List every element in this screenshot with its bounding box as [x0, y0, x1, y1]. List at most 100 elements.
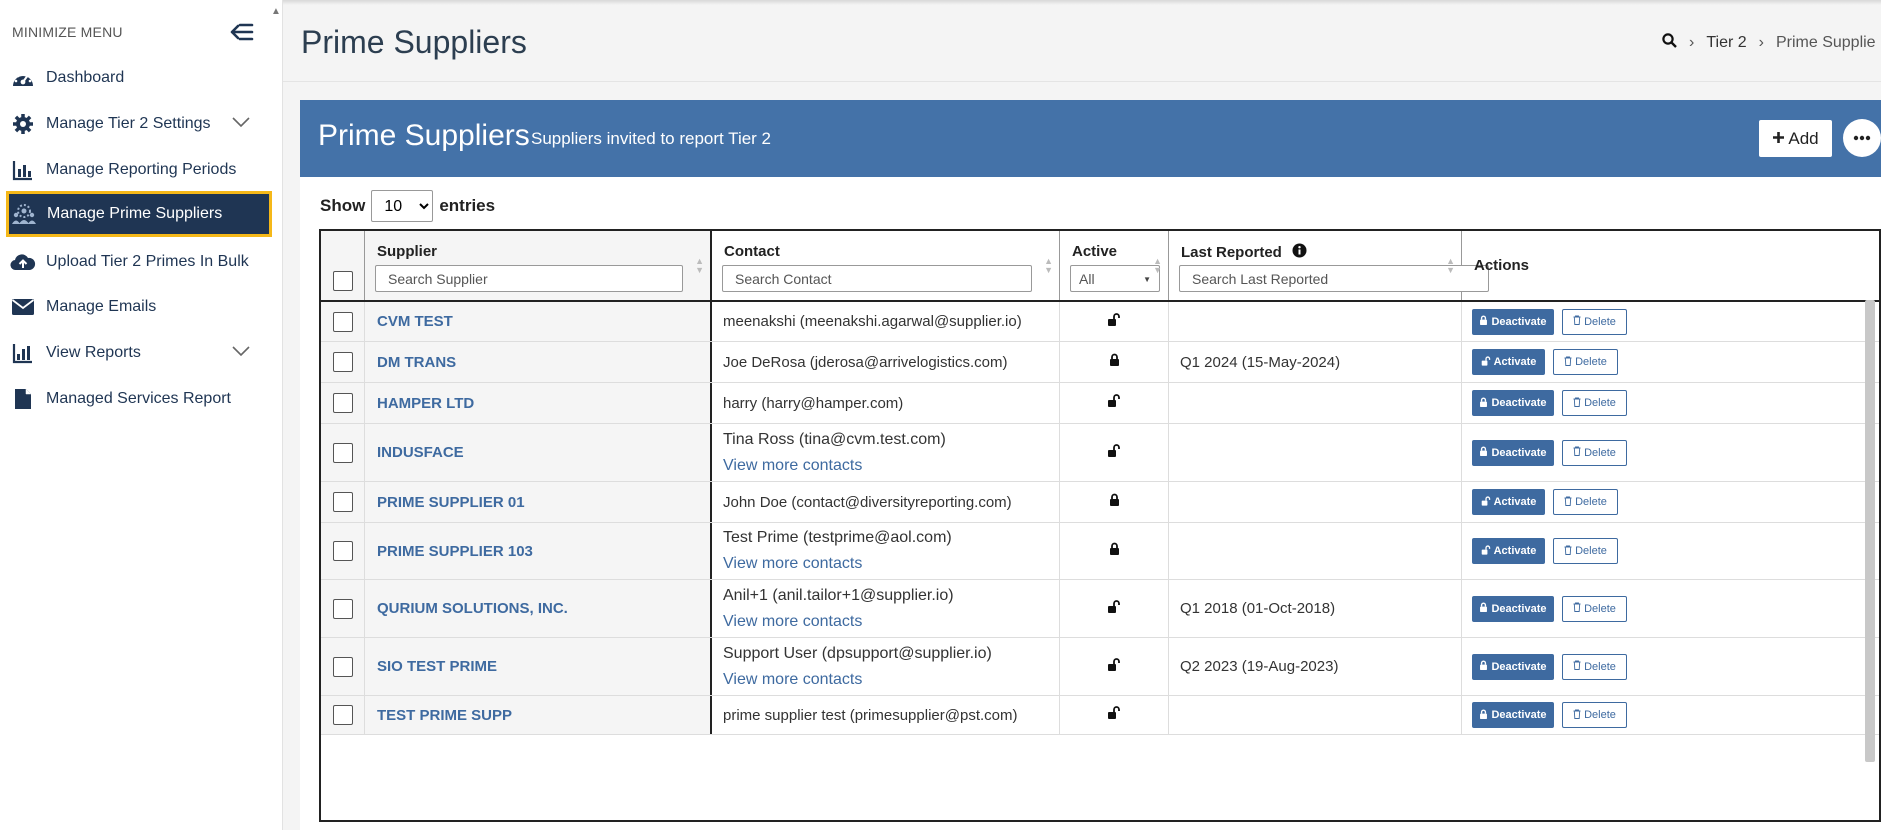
row-checkbox[interactable]: [332, 598, 353, 619]
row-checkbox[interactable]: [332, 393, 353, 413]
search-supplier-input[interactable]: Search Supplier: [375, 265, 683, 292]
unlock-icon: [1107, 657, 1121, 676]
table-row: QURIUM SOLUTIONS, INC. Anil+1 (anil.tail…: [321, 580, 1879, 638]
sidebar-item-label: Upload Tier 2 Primes In Bulk: [46, 253, 249, 270]
last-reported-text: Q1 2018 (01-Oct-2018): [1180, 600, 1336, 617]
deactivate-button[interactable]: Deactivate: [1472, 702, 1554, 728]
sidebar-item-manage-reporting-periods[interactable]: Manage Reporting Periods: [6, 147, 272, 193]
trash-icon: [1573, 709, 1581, 722]
row-checkbox[interactable]: [332, 311, 353, 332]
sort-icon[interactable]: ▲ ▼: [1044, 257, 1053, 275]
header-supplier[interactable]: Supplier Search Supplier ▲ ▼: [365, 231, 712, 300]
minimize-menu-label: MINIMIZE MENU: [12, 24, 123, 40]
row-checkbox[interactable]: [332, 541, 353, 561]
view-more-contacts-link[interactable]: View more contacts: [723, 457, 946, 475]
sidebar-item-dashboard[interactable]: Dashboard: [6, 55, 272, 101]
envelope-icon: [10, 295, 36, 319]
state-button-label: Deactivate: [1491, 709, 1547, 721]
header-active[interactable]: Active All ▼ ▲ ▼: [1060, 231, 1169, 300]
select-all-checkbox[interactable]: [333, 271, 353, 291]
table-scrollbar[interactable]: [1865, 300, 1875, 762]
delete-button[interactable]: Delete: [1562, 702, 1627, 728]
trash-icon: [1573, 602, 1581, 615]
supplier-name-link[interactable]: QURIUM SOLUTIONS, INC.: [365, 600, 568, 617]
delete-button[interactable]: Delete: [1553, 489, 1618, 515]
delete-button[interactable]: Delete: [1553, 349, 1618, 375]
delete-button[interactable]: Delete: [1553, 538, 1618, 564]
search-last-reported-input[interactable]: Search Last Reported: [1179, 265, 1489, 292]
sort-icon[interactable]: ▲ ▼: [1153, 257, 1162, 275]
deactivate-button[interactable]: Deactivate: [1472, 390, 1554, 416]
header-contact[interactable]: Contact Search Contact ▲ ▼: [712, 231, 1060, 300]
contact-text: Joe DeRosa (jderosa@arrivelogistics.com): [723, 353, 1008, 371]
search-icon[interactable]: [1662, 33, 1677, 53]
deactivate-button[interactable]: Deactivate: [1472, 308, 1554, 335]
sidebar-item-label: Managed Services Report: [46, 390, 231, 407]
activate-button[interactable]: Activate: [1472, 489, 1545, 515]
table-row: TEST PRIME SUPP prime supplier test (pri…: [321, 696, 1879, 735]
sidebar-item-manage-prime-suppliers[interactable]: Manage Prime Suppliers: [6, 191, 272, 237]
sidebar-item-upload-tier2-primes[interactable]: Upload Tier 2 Primes In Bulk: [6, 239, 272, 285]
supplier-name-link[interactable]: PRIME SUPPLIER 103: [365, 543, 533, 560]
view-more-contacts-link[interactable]: View more contacts: [723, 613, 954, 631]
row-checkbox[interactable]: [332, 656, 353, 677]
supplier-name-link[interactable]: CVM TEST: [365, 313, 453, 330]
view-more-contacts-link[interactable]: View more contacts: [723, 671, 992, 689]
supplier-name-link[interactable]: DM TRANS: [365, 354, 456, 371]
row-checkbox[interactable]: [332, 705, 353, 725]
supplier-name-link[interactable]: SIO TEST PRIME: [365, 658, 497, 675]
delete-button[interactable]: Delete: [1562, 308, 1627, 335]
delete-button[interactable]: Delete: [1562, 439, 1627, 466]
deactivate-button[interactable]: Deactivate: [1472, 439, 1554, 466]
sort-icon[interactable]: ▲ ▼: [1446, 257, 1455, 275]
sidebar-item-view-reports[interactable]: View Reports: [6, 330, 272, 376]
view-more-contacts-link[interactable]: View more contacts: [723, 555, 952, 573]
sidebar-item-managed-services-report[interactable]: Managed Services Report: [6, 376, 272, 422]
actions-cell: Activate Delete: [1462, 482, 1879, 522]
sort-icon[interactable]: ▲ ▼: [695, 257, 704, 275]
unlock-icon: [1481, 544, 1494, 558]
sidebar-item-manage-emails[interactable]: Manage Emails: [6, 284, 272, 330]
more-options-icon[interactable]: [1843, 119, 1881, 157]
unlock-icon: [1481, 495, 1494, 509]
activate-button[interactable]: Activate: [1472, 349, 1545, 375]
delete-button[interactable]: Delete: [1562, 390, 1627, 416]
row-checkbox[interactable]: [332, 492, 353, 512]
delete-button-label: Delete: [1584, 709, 1616, 721]
delete-button[interactable]: Delete: [1562, 595, 1627, 622]
supplier-name-link[interactable]: HAMPER LTD: [365, 395, 474, 412]
contact-cell: prime supplier test (primesupplier@pst.c…: [712, 696, 1060, 734]
row-select-cell: [321, 523, 365, 579]
row-checkbox[interactable]: [332, 352, 353, 372]
lock-icon: [1479, 660, 1491, 673]
deactivate-button[interactable]: Deactivate: [1472, 595, 1554, 622]
supplier-name-link[interactable]: TEST PRIME SUPP: [365, 707, 512, 724]
row-select-cell: [321, 302, 365, 341]
contact-text: meenakshi (meenakshi.agarwal@supplier.io…: [723, 313, 1022, 330]
entries-label: entries: [439, 196, 496, 215]
table-row: HAMPER LTD harry (harry@hamper.com) Deac…: [321, 383, 1879, 424]
actions-cell: Deactivate Delete: [1462, 302, 1879, 341]
active-cell: [1060, 302, 1169, 341]
supplier-cell: PRIME SUPPLIER 103: [365, 523, 712, 579]
active-filter-select[interactable]: All ▼: [1070, 265, 1160, 292]
sidebar-item-manage-tier2-settings[interactable]: Manage Tier 2 Settings: [6, 101, 272, 147]
panel-title: Prime Suppliers: [318, 119, 530, 152]
header-last-reported[interactable]: Last Reported Search Last Reported ▲ ▼: [1169, 231, 1489, 300]
deactivate-button[interactable]: Deactivate: [1472, 653, 1554, 680]
collapse-menu-icon[interactable]: [230, 22, 254, 42]
delete-button[interactable]: Delete: [1562, 653, 1627, 680]
delete-button-label: Delete: [1584, 397, 1616, 409]
search-contact-input[interactable]: Search Contact: [722, 265, 1032, 292]
add-button[interactable]: Add: [1759, 120, 1832, 157]
page-size-select[interactable]: 10: [371, 190, 434, 222]
row-checkbox[interactable]: [332, 442, 353, 463]
last-reported-cell: [1169, 383, 1462, 423]
supplier-name-link[interactable]: INDUSFACE: [365, 444, 464, 461]
info-icon[interactable]: [1292, 243, 1307, 262]
supplier-name-link[interactable]: PRIME SUPPLIER 01: [365, 494, 525, 511]
activate-button[interactable]: Activate: [1472, 538, 1545, 564]
sidebar-scroll-up-icon[interactable]: ▲: [271, 6, 281, 17]
supplier-cell: TEST PRIME SUPP: [365, 696, 712, 734]
breadcrumb-item-tier2[interactable]: Tier 2: [1706, 34, 1746, 52]
